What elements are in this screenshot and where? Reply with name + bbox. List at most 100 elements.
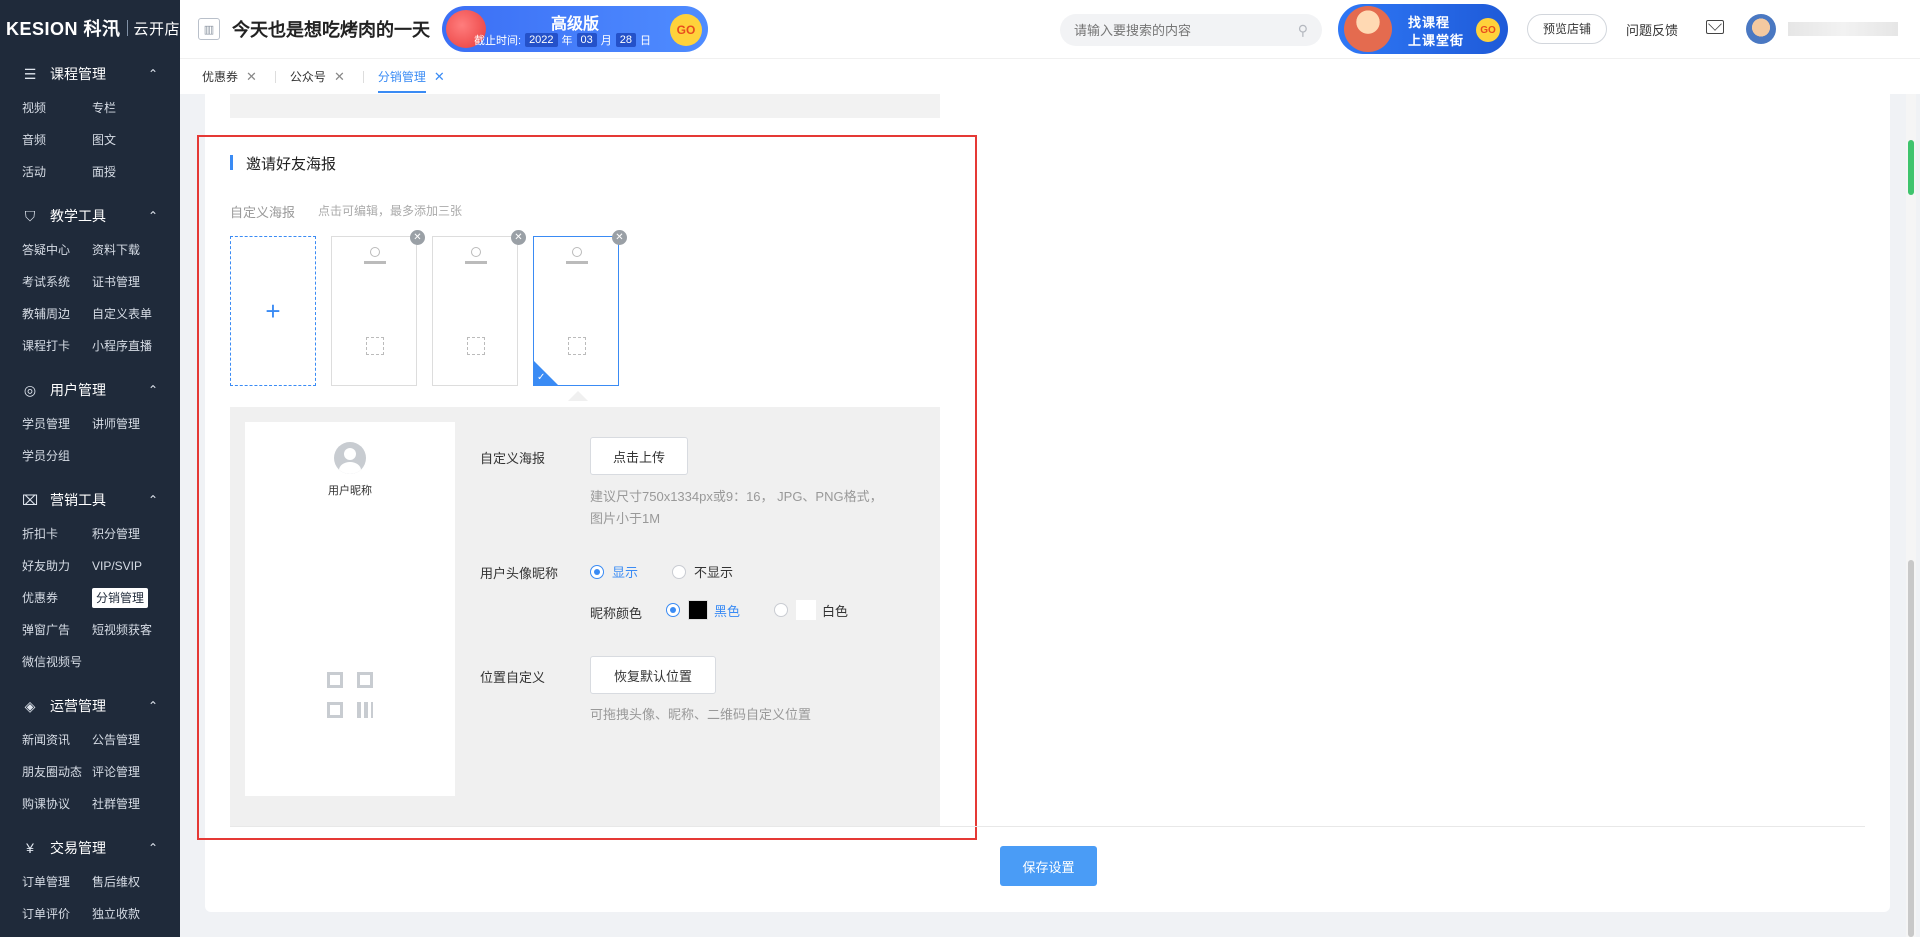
- sidebar-item[interactable]: 弹窗广告: [22, 614, 92, 646]
- sidebar-item[interactable]: 专栏: [92, 92, 162, 124]
- sidebar-item[interactable]: 证书管理: [92, 266, 162, 298]
- sidebar-item[interactable]: 面授: [92, 156, 162, 188]
- search-input[interactable]: [1074, 22, 1298, 38]
- feedback-link[interactable]: 问题反馈: [1626, 20, 1678, 39]
- close-icon[interactable]: ✕: [246, 69, 257, 85]
- sidebar-item[interactable]: 答疑中心: [22, 234, 92, 266]
- sidebar-item[interactable]: 短视频获客: [92, 614, 162, 646]
- sidebar-group-header[interactable]: ¥ 交易管理 ⌃: [0, 830, 180, 866]
- promo-banner[interactable]: 找课程 上课堂街 GO: [1338, 4, 1508, 54]
- sidebar-item[interactable]: 订单评价: [22, 898, 92, 930]
- sidebar-item[interactable]: 优惠券: [22, 582, 92, 614]
- sidebar-group-header[interactable]: ⛉ 教学工具 ⌃: [0, 198, 180, 234]
- tab-distribution[interactable]: 分销管理 ✕: [377, 59, 445, 95]
- sidebar-item[interactable]: 独立收款: [92, 898, 162, 930]
- sidebar-item[interactable]: 积分管理: [92, 518, 162, 550]
- sidebar-group-header[interactable]: ◎ 用户管理 ⌃: [0, 372, 180, 408]
- chevron-up-icon[interactable]: ⌃: [148, 493, 158, 507]
- chevron-up-icon[interactable]: ⌃: [148, 67, 158, 81]
- poster-preview[interactable]: 用户昵称: [245, 422, 455, 796]
- sidebar-item[interactable]: 小程序直播: [92, 330, 162, 362]
- delete-icon[interactable]: ✕: [612, 230, 627, 245]
- sidebar-item[interactable]: 运费设置: [92, 930, 162, 937]
- black-color-radio[interactable]: 黑色: [666, 600, 740, 620]
- white-color-radio[interactable]: 白色: [774, 600, 848, 620]
- add-poster-button[interactable]: +: [230, 236, 316, 386]
- sidebar-item[interactable]: 考试系统: [22, 266, 92, 298]
- sidebar-item[interactable]: 折扣卡: [22, 518, 92, 550]
- promo-go-button[interactable]: GO: [1476, 18, 1500, 42]
- sidebar-item[interactable]: 讲师管理: [92, 408, 162, 440]
- chevron-up-icon[interactable]: ⌃: [148, 209, 158, 223]
- poster-thumbnail-selected[interactable]: ✕ ✓: [533, 230, 627, 386]
- sidebar-item[interactable]: 自定义表单: [92, 298, 162, 330]
- sidebar-item[interactable]: 图文: [92, 124, 162, 156]
- shop-icon[interactable]: ▥: [198, 18, 220, 40]
- sidebar-group-header[interactable]: ◈ 运营管理 ⌃: [0, 688, 180, 724]
- sidebar-group-title: 交易管理: [50, 840, 106, 856]
- preview-shop-button[interactable]: 预览店铺: [1527, 14, 1607, 44]
- save-button[interactable]: 保存设置: [1000, 846, 1097, 886]
- sidebar-item[interactable]: 课程打卡: [22, 330, 92, 362]
- brand-logo[interactable]: KESION 科汛 云开店: [0, 0, 180, 56]
- search-icon[interactable]: ⚲: [1298, 22, 1308, 39]
- radio-dot: [774, 603, 788, 617]
- preview-avatar-icon[interactable]: [334, 442, 366, 474]
- sidebar-item[interactable]: 公告管理: [92, 724, 162, 756]
- poster-thumbnail[interactable]: ✕: [331, 230, 425, 386]
- tab-coupon[interactable]: 优惠券 ✕: [202, 59, 257, 95]
- sidebar-group-header[interactable]: ☰ 课程管理 ⌃: [0, 56, 180, 92]
- version-badge[interactable]: 高级版 截止时间: 2022 年 03 月 28 日 GO: [442, 6, 708, 52]
- section-title: 邀请好友海报: [230, 153, 336, 174]
- sidebar-item-label: 评论管理: [92, 765, 141, 779]
- close-icon[interactable]: ✕: [334, 69, 345, 85]
- sidebar-item[interactable]: VIP/SVIP: [92, 550, 162, 582]
- user-name-blurred[interactable]: [1788, 22, 1898, 36]
- mail-icon[interactable]: [1706, 20, 1724, 34]
- delete-icon[interactable]: ✕: [511, 230, 526, 245]
- chevron-up-icon[interactable]: ⌃: [148, 841, 158, 855]
- sidebar-item-label: 资料下载: [92, 243, 141, 257]
- sidebar-item[interactable]: 教辅周边: [22, 298, 92, 330]
- sidebar-item[interactable]: 视频: [22, 92, 92, 124]
- show-radio[interactable]: 显示: [590, 562, 638, 581]
- poster-thumbnail[interactable]: ✕: [432, 230, 526, 386]
- close-icon[interactable]: ✕: [434, 69, 445, 85]
- sidebar-item[interactable]: 社群管理: [92, 788, 162, 820]
- version-go-button[interactable]: GO: [670, 14, 702, 46]
- sidebar-item[interactable]: 朋友圈动态: [22, 756, 92, 788]
- qr-code-icon[interactable]: [327, 672, 373, 718]
- hide-radio[interactable]: 不显示: [672, 562, 733, 581]
- sidebar-item-label: 学员分组: [22, 449, 71, 463]
- sidebar-item[interactable]: 好友助力: [22, 550, 92, 582]
- search-box[interactable]: ⚲: [1060, 14, 1322, 46]
- sidebar-item[interactable]: 结算中心: [22, 930, 92, 937]
- sidebar-item[interactable]: 售后维权: [92, 866, 162, 898]
- sidebar-item[interactable]: 学员管理: [22, 408, 92, 440]
- scrollbar[interactable]: [1906, 94, 1916, 937]
- sidebar-item[interactable]: 分销管理: [92, 582, 162, 614]
- upload-button[interactable]: 点击上传: [590, 437, 688, 475]
- reset-position-button[interactable]: 恢复默认位置: [590, 656, 716, 694]
- sidebar-group-header[interactable]: ⌧ 营销工具 ⌃: [0, 482, 180, 518]
- tab-official-account[interactable]: 公众号 ✕: [290, 59, 345, 95]
- sidebar-item[interactable]: 购课协议: [22, 788, 92, 820]
- tab-label: 公众号: [289, 70, 326, 84]
- sidebar-item[interactable]: 学员分组: [22, 440, 92, 472]
- delete-icon[interactable]: ✕: [410, 230, 425, 245]
- sidebar-item[interactable]: 活动: [22, 156, 92, 188]
- avatar[interactable]: [1746, 14, 1776, 44]
- sidebar-item[interactable]: 音频: [22, 124, 92, 156]
- show-radio-label: 显示: [612, 565, 639, 580]
- sidebar-item[interactable]: 评论管理: [92, 756, 162, 788]
- chevron-up-icon[interactable]: ⌃: [148, 699, 158, 713]
- chevron-up-icon[interactable]: ⌃: [148, 383, 158, 397]
- sidebar-item[interactable]: 资料下载: [92, 234, 162, 266]
- scrollbar-thumb[interactable]: [1908, 560, 1914, 937]
- preview-nickname[interactable]: 用户昵称: [245, 482, 455, 498]
- sidebar-item[interactable]: 新闻资讯: [22, 724, 92, 756]
- sidebar-item[interactable]: 微信视频号: [22, 646, 92, 678]
- sidebar-item[interactable]: 订单管理: [22, 866, 92, 898]
- position-label: 位置自定义: [480, 670, 546, 685]
- scroll-indicator[interactable]: [1908, 140, 1914, 195]
